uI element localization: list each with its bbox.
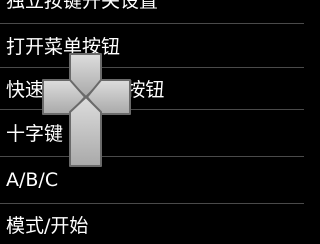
menu-item-label: A/B/C [6, 169, 59, 191]
divider [0, 156, 304, 157]
menu-item-label: 打开菜单按钮 [6, 35, 121, 58]
menu-item-open-menu-button[interactable]: 打开菜单按钮 [0, 24, 304, 66]
menu-item-fast-slow-mode-button[interactable]: 快速/慢速模式按钮 [0, 68, 304, 108]
menu-item-dpad[interactable]: 十字键 [0, 110, 304, 154]
menu-item-mode-start[interactable]: 模式/开始 [0, 204, 304, 244]
menu-item-label: 十字键 [6, 122, 64, 145]
menu-item-independent-key-settings[interactable]: 独立按键开关设置 [0, 0, 304, 13]
menu-item-label: 快速/慢速模式按钮 [6, 78, 165, 101]
menu-item-label: 独立按键开关设置 [6, 0, 159, 12]
settings-menu: 独立按键开关设置 打开菜单按钮 快速/慢速模式按钮 十字键 A/B/C 模式/开… [0, 0, 304, 244]
menu-item-label: 模式/开始 [6, 214, 89, 237]
menu-item-abc[interactable]: A/B/C [0, 158, 304, 202]
